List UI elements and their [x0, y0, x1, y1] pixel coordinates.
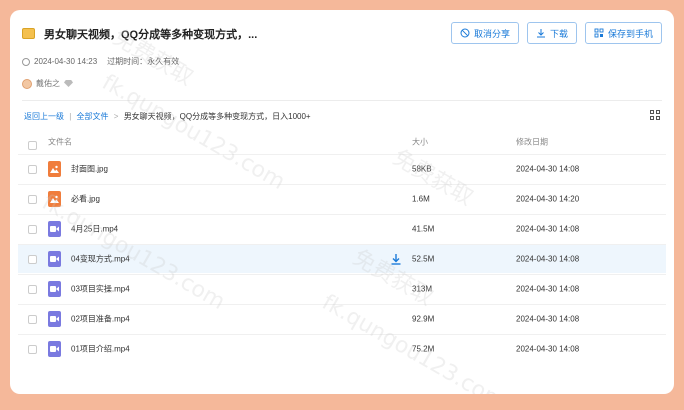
download-button[interactable]: 下载: [526, 22, 577, 44]
expire-text: 过期时间：永久有效: [107, 57, 180, 66]
download-label: 下载: [549, 28, 568, 39]
video-file-icon: [48, 311, 61, 327]
file-date: 2024-04-30 14:08: [516, 224, 580, 234]
cancel-share-button[interactable]: 取消分享: [450, 22, 519, 44]
table-row[interactable]: 03项目实操.mp4 313M 2024-04-30 14:08: [18, 274, 666, 303]
table-row[interactable]: 4月25日.mp4 41.5M 2024-04-30 14:08: [18, 214, 666, 243]
row-checkbox[interactable]: [28, 195, 37, 204]
file-date: 2024-04-30 14:20: [516, 194, 580, 204]
row-checkbox[interactable]: [28, 255, 37, 264]
qrcode-icon: [594, 28, 604, 38]
select-all-checkbox[interactable]: [28, 141, 37, 150]
column-date[interactable]: 修改日期: [516, 137, 548, 148]
file-size: 41.5M: [412, 224, 435, 234]
cancel-share-label: 取消分享: [473, 28, 510, 39]
file-date: 2024-04-30 14:08: [516, 314, 580, 324]
file-name[interactable]: 04变现方式.mp4: [71, 254, 130, 265]
breadcrumb-current: 男女聊天视频，QQ分成等多种变现方式，日入1000+: [123, 112, 311, 121]
table-row[interactable]: 01项目介绍.mp4 75.2M 2024-04-30 14:08: [18, 334, 666, 363]
all-files-link[interactable]: 全部文件: [77, 112, 109, 121]
column-size[interactable]: 大小: [412, 137, 428, 148]
share-date: 2024-04-30 14:23: [34, 57, 98, 66]
clock-icon: [22, 57, 30, 66]
back-link[interactable]: 返回上一级: [24, 112, 64, 121]
ban-icon: [460, 28, 470, 38]
page-title: 男女聊天视频，QQ分成等多种变现方式，...: [44, 29, 258, 41]
row-checkbox[interactable]: [28, 165, 37, 174]
table-row[interactable]: 02项目准备.mp4 92.9M 2024-04-30 14:08: [18, 304, 666, 333]
row-checkbox[interactable]: [28, 225, 37, 234]
breadcrumb-separator: >: [113, 112, 119, 121]
table-row[interactable]: 必看.jpg 1.6M 2024-04-30 14:20: [18, 184, 666, 213]
file-date: 2024-04-30 14:08: [516, 254, 580, 264]
table-header: 文件名 大小 修改日期: [18, 132, 666, 152]
column-name[interactable]: 文件名: [48, 137, 72, 148]
breadcrumb-separator: |: [69, 112, 72, 121]
file-size: 313M: [412, 284, 433, 294]
file-size: 92.9M: [412, 314, 435, 324]
table-row[interactable]: 封面图.jpg 58KB 2024-04-30 14:08: [18, 154, 666, 183]
row-checkbox[interactable]: [28, 285, 37, 294]
file-size: 58KB: [412, 164, 432, 174]
video-file-icon: [48, 341, 61, 357]
save-to-phone-button[interactable]: 保存到手机: [584, 22, 662, 44]
share-meta: 2024-04-30 14:23 过期时间：永久有效: [22, 56, 179, 67]
file-name[interactable]: 02项目准备.mp4: [71, 314, 130, 325]
file-date: 2024-04-30 14:08: [516, 164, 580, 174]
file-name[interactable]: 03项目实操.mp4: [71, 284, 130, 295]
row-download-icon[interactable]: [390, 253, 402, 265]
table-row[interactable]: 04变现方式.mp4 52.5M 2024-04-30 14:08: [18, 244, 666, 273]
row-checkbox[interactable]: [28, 345, 37, 354]
sharer-name: 戴佑之: [36, 79, 60, 88]
header: 男女聊天视频，QQ分成等多种变现方式，... 取消分享 下载 保存到手机: [22, 22, 662, 56]
video-file-icon: [48, 251, 61, 267]
grid-view-icon[interactable]: [650, 110, 660, 120]
divider: [22, 100, 662, 101]
file-size: 75.2M: [412, 344, 435, 354]
file-size: 52.5M: [412, 254, 435, 264]
file-name[interactable]: 4月25日.mp4: [71, 224, 118, 235]
video-file-icon: [48, 281, 61, 297]
vip-diamond-icon: [64, 80, 73, 87]
header-actions: 取消分享 下载 保存到手机: [450, 22, 662, 44]
folder-icon: [22, 28, 35, 39]
download-icon: [536, 29, 545, 38]
file-date: 2024-04-30 14:08: [516, 344, 580, 354]
file-name[interactable]: 封面图.jpg: [71, 164, 108, 175]
image-file-icon: [48, 191, 61, 207]
file-date: 2024-04-30 14:08: [516, 284, 580, 294]
file-name[interactable]: 01项目介绍.mp4: [71, 344, 130, 355]
sharer: 戴佑之: [22, 78, 73, 89]
file-size: 1.6M: [412, 194, 430, 204]
row-checkbox[interactable]: [28, 315, 37, 324]
file-name[interactable]: 必看.jpg: [71, 194, 100, 205]
video-file-icon: [48, 221, 61, 237]
image-file-icon: [48, 161, 61, 177]
share-card: 男女聊天视频，QQ分成等多种变现方式，... 取消分享 下载 保存到手机 202…: [10, 10, 674, 394]
save-to-phone-label: 保存到手机: [607, 28, 653, 39]
avatar: [22, 78, 32, 89]
breadcrumb: 返回上一级 | 全部文件 > 男女聊天视频，QQ分成等多种变现方式，日入1000…: [24, 111, 311, 122]
